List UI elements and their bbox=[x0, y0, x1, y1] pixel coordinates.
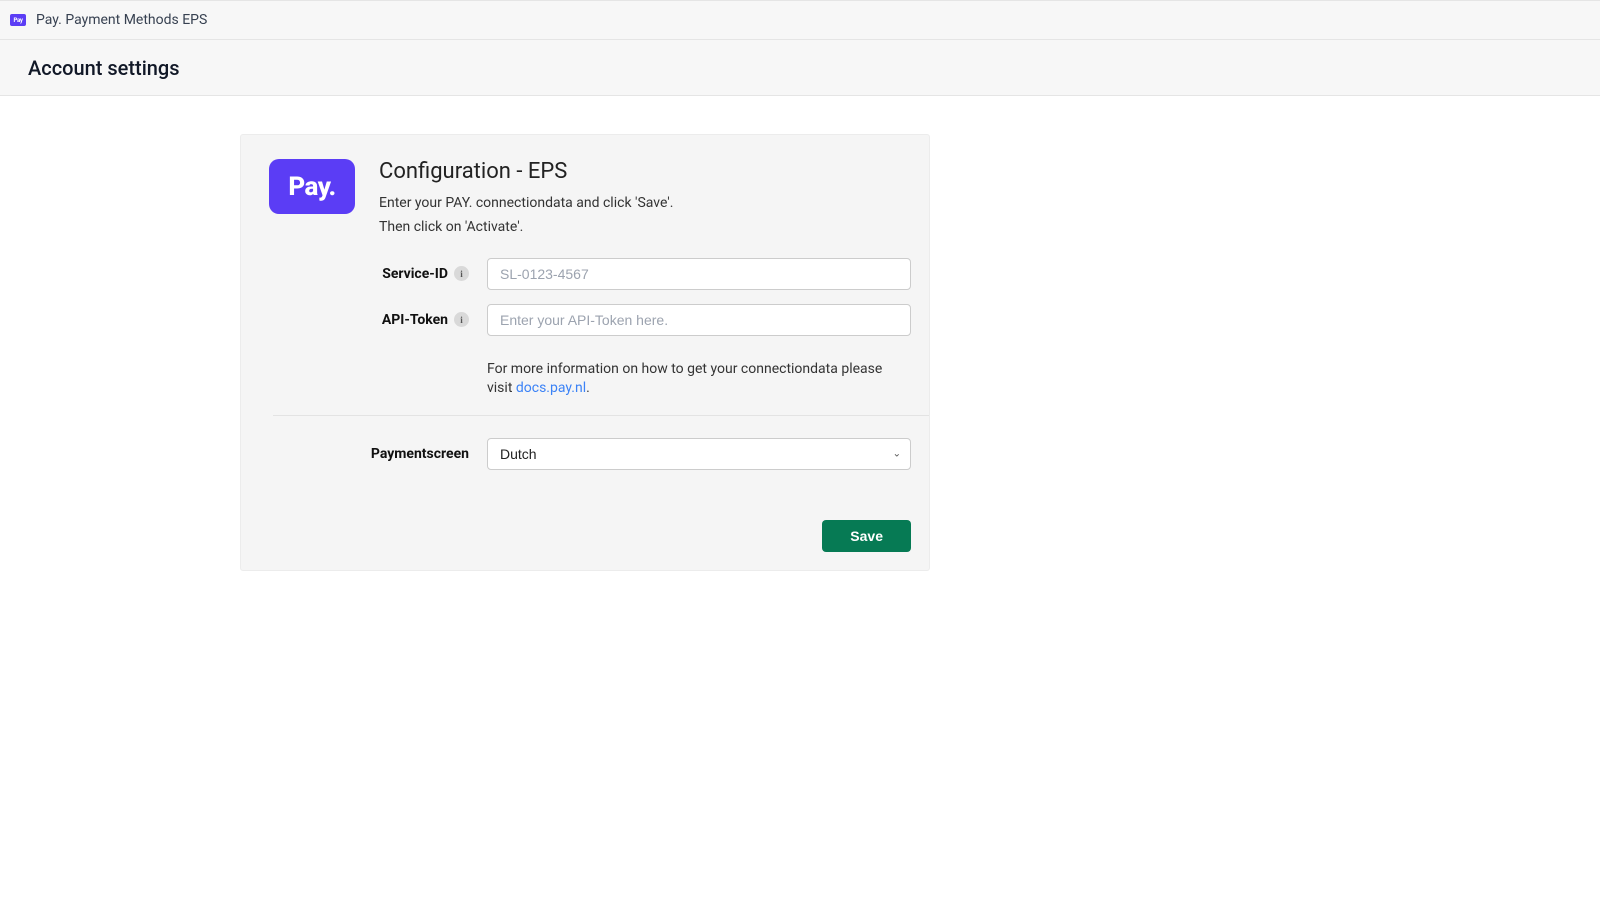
config-heading: Configuration - EPS bbox=[379, 159, 673, 184]
info-icon[interactable]: i bbox=[454, 266, 469, 281]
actions-row: Save bbox=[259, 520, 911, 552]
help-text: For more information on how to get your … bbox=[487, 350, 911, 399]
config-intro-2: Then click on 'Activate'. bbox=[379, 216, 673, 240]
config-card: Pay. Configuration - EPS Enter your PAY.… bbox=[240, 134, 930, 571]
credentials-section: Service-ID i API-Token i bbox=[259, 258, 911, 399]
row-api-token: API-Token i bbox=[259, 304, 911, 336]
row-paymentscreen: Paymentscreen Dutch ⌄ bbox=[259, 438, 911, 470]
config-intro-1: Enter your PAY. connectiondata and click… bbox=[379, 192, 673, 216]
pay-logo-badge: Pay. bbox=[269, 159, 355, 214]
content-area: Pay. Configuration - EPS Enter your PAY.… bbox=[0, 96, 1600, 571]
help-suffix: . bbox=[586, 380, 590, 396]
label-api-token-text: API-Token bbox=[382, 312, 448, 328]
label-paymentscreen-text: Paymentscreen bbox=[371, 446, 469, 462]
section-divider bbox=[273, 415, 929, 416]
row-service-id: Service-ID i bbox=[259, 258, 911, 290]
save-button[interactable]: Save bbox=[822, 520, 911, 552]
docs-link[interactable]: docs.pay.nl bbox=[516, 380, 586, 396]
pay-logo-text: Pay. bbox=[288, 172, 335, 202]
label-paymentscreen: Paymentscreen bbox=[259, 446, 487, 462]
info-icon[interactable]: i bbox=[454, 312, 469, 327]
app-topbar: Pay Pay. Payment Methods EPS bbox=[0, 0, 1600, 40]
paymentscreen-select[interactable]: Dutch bbox=[487, 438, 911, 470]
label-service-id-text: Service-ID bbox=[382, 266, 448, 282]
config-header-text: Configuration - EPS Enter your PAY. conn… bbox=[379, 159, 673, 240]
paymentscreen-select-wrap: Dutch ⌄ bbox=[487, 438, 911, 470]
api-token-input[interactable] bbox=[487, 304, 911, 336]
label-service-id: Service-ID i bbox=[259, 266, 487, 282]
config-header: Pay. Configuration - EPS Enter your PAY.… bbox=[259, 159, 911, 240]
app-logo-icon: Pay bbox=[10, 14, 26, 26]
app-logo-text: Pay bbox=[13, 17, 22, 24]
label-api-token: API-Token i bbox=[259, 312, 487, 328]
page-title-bar: Account settings bbox=[0, 40, 1600, 96]
service-id-input[interactable] bbox=[487, 258, 911, 290]
row-help: For more information on how to get your … bbox=[259, 350, 911, 399]
page-title: Account settings bbox=[28, 56, 180, 80]
app-title: Pay. Payment Methods EPS bbox=[36, 12, 207, 28]
